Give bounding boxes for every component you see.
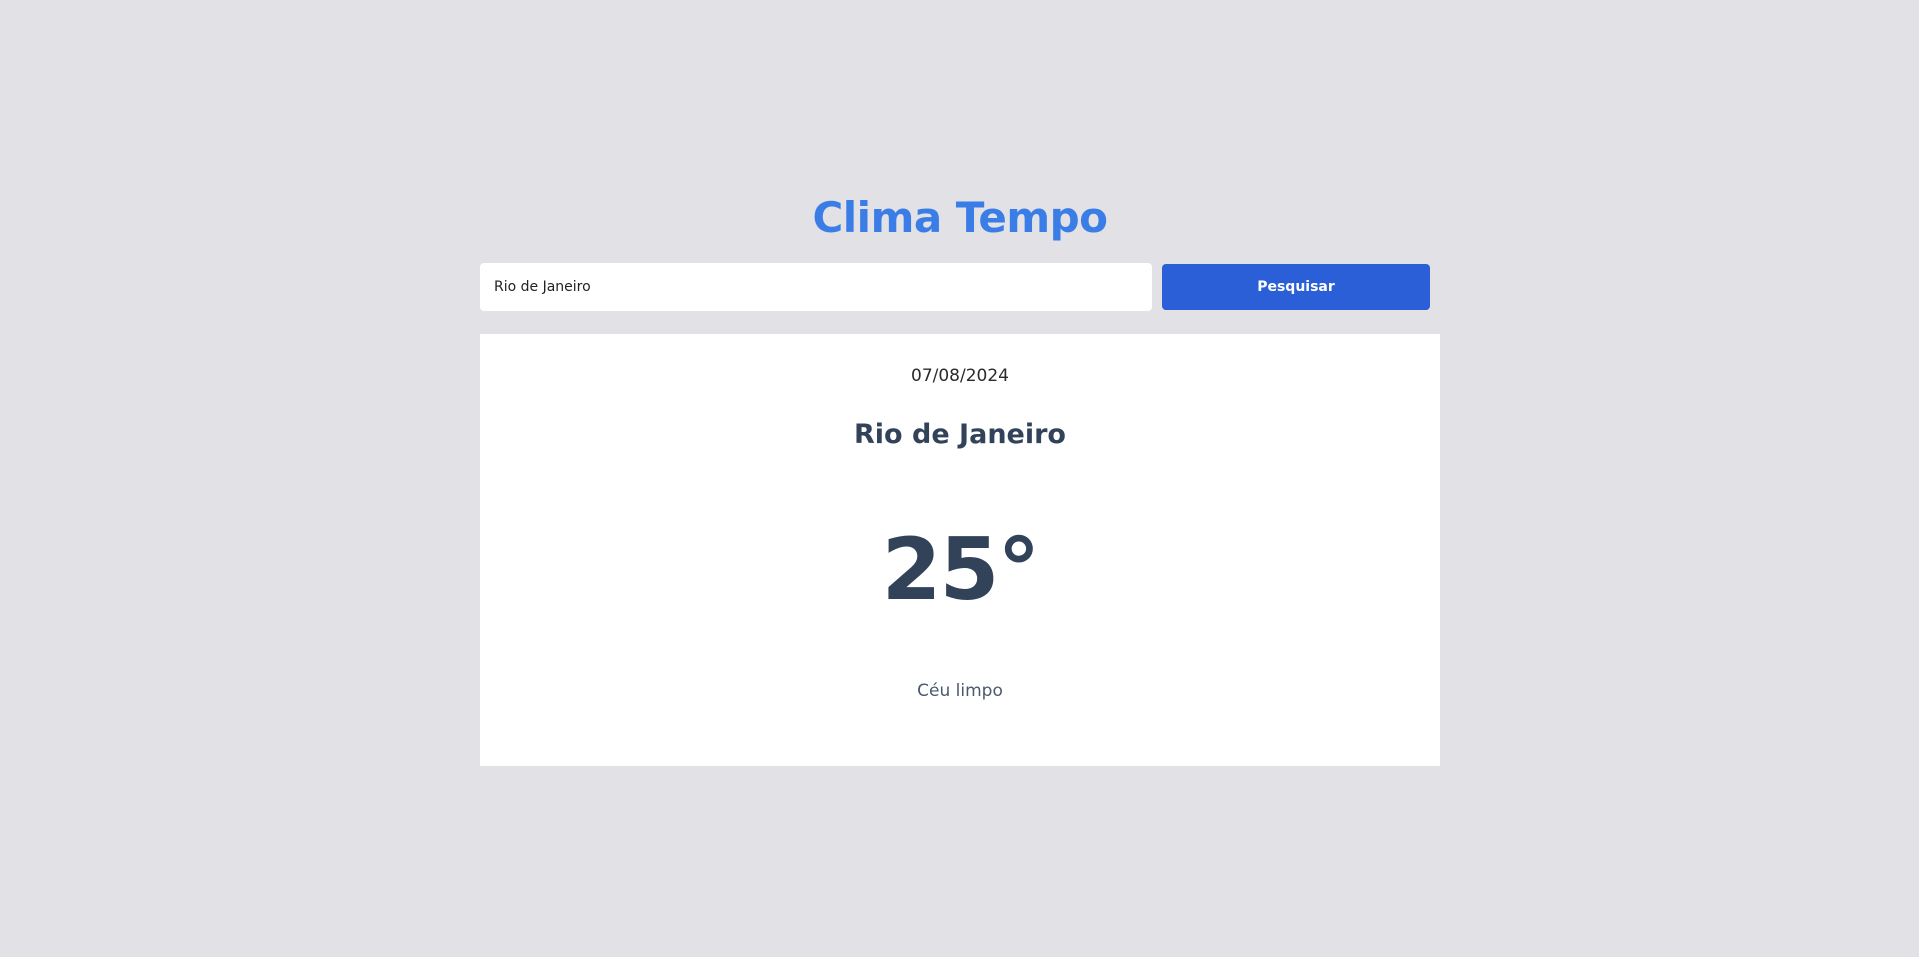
weather-temperature: 25° xyxy=(881,520,1041,620)
search-button[interactable]: Pesquisar xyxy=(1162,264,1430,310)
app-title: Clima Tempo xyxy=(812,193,1108,242)
weather-card: 07/08/2024 Rio de Janeiro 25° Céu limpo xyxy=(480,334,1440,766)
weather-description: Céu limpo xyxy=(917,681,1003,701)
city-search-input[interactable] xyxy=(480,263,1152,311)
search-bar: Pesquisar xyxy=(480,263,1430,311)
weather-date: 07/08/2024 xyxy=(911,366,1009,386)
weather-city: Rio de Janeiro xyxy=(854,419,1066,450)
